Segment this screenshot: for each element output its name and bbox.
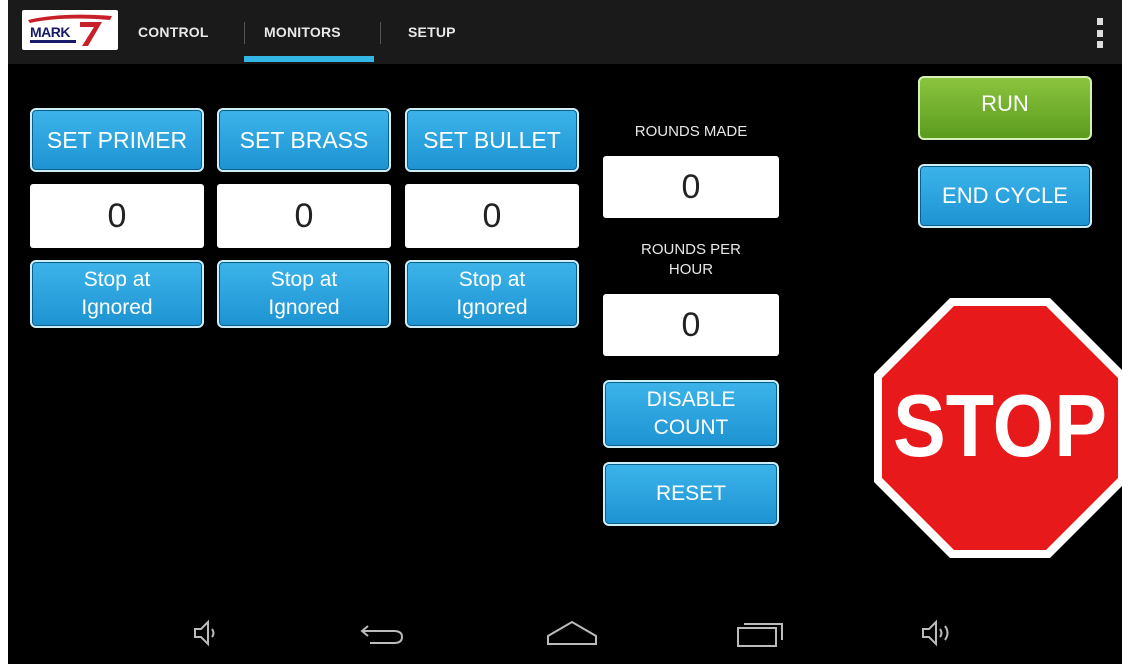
tab-control[interactable]: CONTROL xyxy=(138,0,209,64)
recent-apps-icon[interactable] xyxy=(734,618,786,653)
rounds-per-hour-value: 0 xyxy=(603,294,779,356)
stop-label: STOP xyxy=(893,376,1107,475)
system-navigation-bar xyxy=(8,604,1122,664)
rounds-made-value: 0 xyxy=(603,156,779,218)
bullet-value: 0 xyxy=(405,184,579,248)
set-brass-button[interactable]: SET BRASS xyxy=(217,108,391,172)
set-bullet-button[interactable]: SET BULLET xyxy=(405,108,579,172)
stop-line2: Ignored xyxy=(456,296,528,319)
stop-line1: Stop at xyxy=(83,268,151,291)
svg-text:MARK: MARK xyxy=(30,24,70,40)
stop-line1: Stop at xyxy=(458,268,526,291)
tab-monitors[interactable]: MONITORS xyxy=(264,0,341,64)
tab-divider xyxy=(244,22,245,44)
disable-count-line1: DISABLE xyxy=(646,388,736,411)
overflow-menu-icon[interactable] xyxy=(1096,18,1104,48)
set-primer-label: SET PRIMER xyxy=(46,126,188,153)
run-label: RUN xyxy=(981,91,1029,116)
rounds-made-label: ROUNDS MADE xyxy=(634,123,748,140)
selected-tab-indicator xyxy=(244,56,374,62)
volume-up-icon[interactable] xyxy=(920,618,954,653)
rounds-per-hour-line1: ROUNDS PER xyxy=(640,241,741,258)
stop-line2: Ignored xyxy=(268,296,340,319)
primer-value: 0 xyxy=(30,184,204,248)
primer-stop-button[interactable]: Stop at Ignored xyxy=(30,260,204,328)
mark7-logo: MARK xyxy=(22,10,118,50)
volume-down-icon[interactable] xyxy=(192,618,220,653)
stop-line1: Stop at xyxy=(270,268,338,291)
left-bezel xyxy=(0,0,8,664)
stop-button[interactable]: STOP xyxy=(872,296,1128,560)
rounds-per-hour-line2: HOUR xyxy=(668,261,714,278)
set-bullet-label: SET BULLET xyxy=(423,126,561,153)
brass-value: 0 xyxy=(217,184,391,248)
disable-count-button[interactable]: DISABLE COUNT xyxy=(603,380,779,448)
set-brass-label: SET BRASS xyxy=(239,126,369,153)
brass-stop-button[interactable]: Stop at Ignored xyxy=(217,260,391,328)
disable-count-line2: COUNT xyxy=(653,416,729,439)
bullet-stop-button[interactable]: Stop at Ignored xyxy=(405,260,579,328)
back-icon[interactable] xyxy=(358,618,408,653)
home-icon[interactable] xyxy=(546,618,598,653)
set-primer-button[interactable]: SET PRIMER xyxy=(30,108,204,172)
stop-line2: Ignored xyxy=(81,296,153,319)
reset-button[interactable]: RESET xyxy=(603,462,779,526)
end-cycle-button[interactable]: END CYCLE xyxy=(918,164,1092,228)
reset-label: RESET xyxy=(655,482,726,505)
tab-setup[interactable]: SETUP xyxy=(408,0,456,64)
end-cycle-label: END CYCLE xyxy=(942,183,1068,208)
rounds-per-hour-label: ROUNDS PER HOUR xyxy=(603,240,779,280)
action-bar: MARK CONTROL MONITORS SETUP xyxy=(8,0,1122,64)
tab-divider xyxy=(380,22,381,44)
run-button[interactable]: RUN xyxy=(918,76,1092,140)
